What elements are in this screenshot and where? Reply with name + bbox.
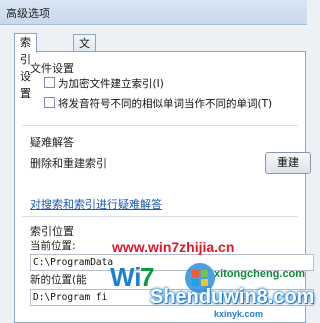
divider [22, 216, 298, 217]
troubleshoot-link[interactable]: 对搜索和索引进行疑难解答 [30, 196, 162, 212]
new-location-label: 新的位置(能 [30, 274, 87, 286]
watermark-kxinyk: kxinyk.com [214, 309, 264, 319]
encrypted-files-label: 为加密文件建立索引(I) [58, 78, 164, 90]
diacritics-checkbox[interactable] [44, 97, 55, 108]
encrypted-files-option[interactable]: 为加密文件建立索引(I) [44, 76, 164, 91]
diacritics-label: 将发音符号不同的相似单词当作不同的单词(T) [58, 98, 273, 110]
index-location-heading: 索引位置 [30, 225, 74, 238]
watermark-shenduwin8: Shenduwin8.com [150, 286, 315, 308]
rebuild-description: 删除和重建索引 [30, 157, 107, 170]
troubleshooting-heading: 疑难解答 [30, 136, 74, 149]
watermark-win7zhijia: www.win7zhijia.cn [112, 239, 235, 255]
tab-index-settings[interactable]: 索引设置 [14, 33, 37, 100]
diacritics-option[interactable]: 将发音符号不同的相似单词当作不同的单词(T) [44, 96, 272, 111]
file-settings-heading: 文件设置 [30, 62, 74, 75]
current-location-label: 当前位置: [30, 240, 76, 252]
divider [22, 125, 298, 126]
watermark-xitongcheng: xitongcheng.com [214, 268, 306, 280]
rebuild-button[interactable]: 重建 [265, 152, 311, 174]
svg-text:Wi: Wi [110, 262, 142, 292]
window-title: 高级选项 [6, 7, 50, 20]
encrypted-files-checkbox[interactable] [44, 77, 55, 88]
tab-file-types[interactable]: 文件类型 [73, 34, 96, 101]
title-bar: 高级选项 [0, 0, 307, 25]
